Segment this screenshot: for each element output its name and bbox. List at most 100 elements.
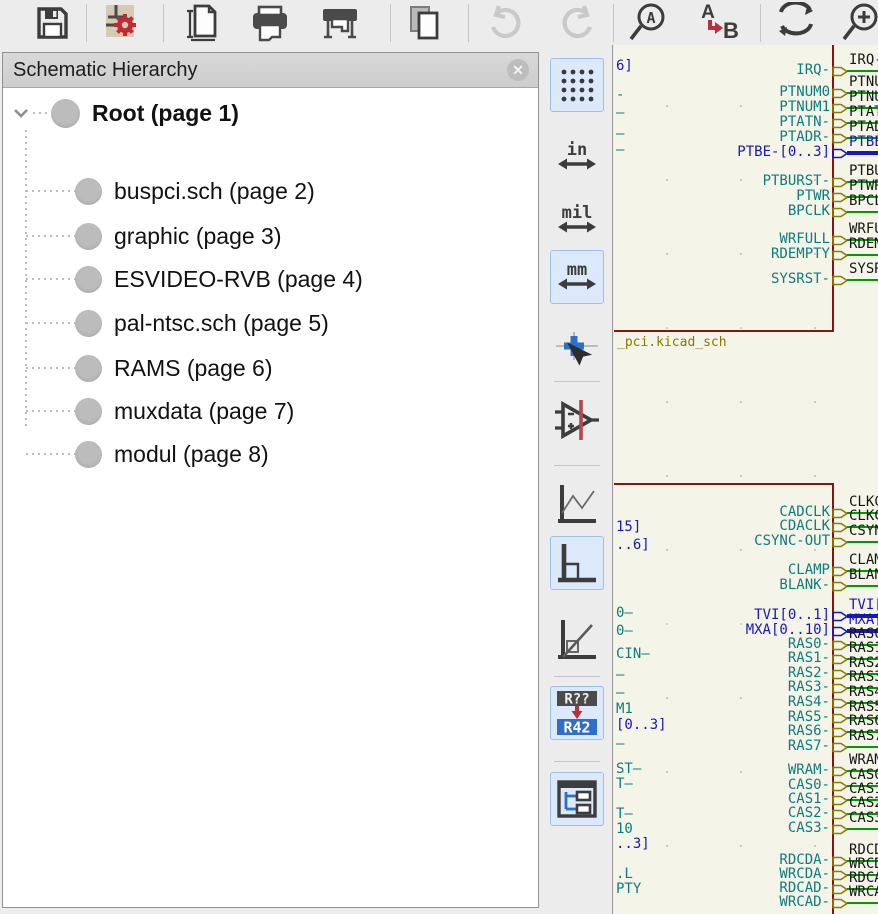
sheet-pin-icon[interactable] [832,610,848,623]
net-label[interactable]: PTBE-[0..3] [849,134,878,150]
sheet-filename[interactable]: _pci.kicad_sch [617,335,727,350]
paste-button[interactable] [402,1,446,45]
wires-horizontal-vertical-button[interactable] [550,536,604,590]
sheet-pin-label[interactable]: CDACLK [616,518,830,534]
sheet-pin-icon[interactable] [832,883,848,896]
sheet-pin-icon[interactable] [832,147,848,160]
net-label[interactable]: PTATN- [849,104,878,120]
clipped-label-fragment[interactable]: – [616,142,624,158]
clipped-label-fragment[interactable]: ..6] [616,537,650,553]
clipped-label-fragment[interactable]: T– [616,776,633,792]
tree-item[interactable]: buspci.sch (page 2) [75,176,315,206]
clipped-label-fragment[interactable]: 0– [616,623,633,639]
units-mils-button[interactable]: mil [550,193,604,247]
wire[interactable] [847,211,878,213]
page-settings-button[interactable] [181,1,225,45]
plot-button[interactable] [318,1,362,45]
net-label[interactable]: BLANK [849,567,878,583]
tree-item[interactable]: graphic (page 3) [75,221,282,251]
sheet-pin-label[interactable]: RAS3- [616,679,830,695]
grid-dots-button[interactable] [550,58,604,112]
wires-any-angle-button[interactable] [550,477,604,531]
clipped-label-fragment[interactable]: – [616,105,624,121]
refresh-button[interactable] [774,1,818,45]
sheet-pin-label[interactable]: CAS2- [616,805,830,821]
net-label[interactable]: PTWR- [849,178,878,194]
net-label[interactable]: CSYNC-OUT [849,523,878,539]
net-label[interactable]: CAS2 [849,795,878,811]
sheet-pin-label[interactable]: CAS3- [616,820,830,836]
crosshair-cursor-button[interactable] [550,327,604,381]
net-label[interactable]: RAS4 [849,684,878,700]
tree-item[interactable]: ESVIDEO-RVB (page 4) [75,264,363,294]
sheet-pin-icon[interactable] [832,794,848,807]
sheet-pin-icon[interactable] [832,536,848,549]
annotate-button[interactable]: R?? R42 [550,686,604,740]
sheet-pin-label[interactable]: PTBE-[0..3] [616,144,830,160]
tree-item[interactable]: RAMS (page 6) [75,353,273,383]
units-mm-button[interactable]: mm [550,250,604,304]
tree-item[interactable]: muxdata (page 7) [75,396,294,426]
clipped-label-fragment[interactable]: - [616,87,624,103]
sheet-pin-label[interactable]: RAS4- [616,694,830,710]
tree-item-root[interactable]: Root (page 1) [11,98,239,128]
wire[interactable] [847,254,878,256]
net-label[interactable]: PTNUM1 [849,89,878,105]
wire[interactable] [847,70,878,72]
print-button[interactable] [248,1,292,45]
zoom-in-button[interactable] [838,1,878,45]
sheet-pin-label[interactable]: PTNUM1 [616,99,830,115]
sheet-pin-icon[interactable] [832,639,848,652]
sheet-pin-label[interactable]: PTBURST- [616,173,830,189]
wire[interactable] [847,902,878,904]
sheet-pin-icon[interactable] [832,565,848,578]
net-label[interactable]: SYSRST [849,261,878,277]
sheet-pin-label[interactable]: PTWR [616,188,830,204]
sheet-pin-icon[interactable] [832,117,848,130]
net-label[interactable]: RAS3 [849,669,878,685]
net-label[interactable]: WRAM [849,752,878,768]
panel-titlebar[interactable]: Schematic Hierarchy ✕ [3,53,538,88]
clipped-label-fragment[interactable]: 0– [616,605,633,621]
sheet-pin-label[interactable]: SYSRST- [616,271,830,287]
sheet-pin-icon[interactable] [832,726,848,739]
wire[interactable] [847,828,878,830]
sheet-pin-icon[interactable] [832,765,848,778]
clipped-label-fragment[interactable]: – [616,126,624,142]
sheet-pin-label[interactable]: BLANK- [616,577,830,593]
sheet-pin-icon[interactable] [832,682,848,695]
sheet-pin-icon[interactable] [832,625,848,638]
sheet-pin-icon[interactable] [832,653,848,666]
redo-button[interactable] [556,1,600,45]
net-label[interactable]: RAS6 [849,713,878,729]
tree-item[interactable]: modul (page 8) [75,439,269,469]
sheet-pin-icon[interactable] [832,697,848,710]
bus-wire[interactable] [847,151,878,155]
sheet-pin-icon[interactable] [832,521,848,534]
clipped-label-fragment[interactable]: M1 [616,701,633,717]
schematic-canvas[interactable]: _pci.kicad_sch IRQ-IRQ-PTNUM0PTNUM0PTNUM… [614,45,878,914]
units-inches-button[interactable]: in [550,130,604,184]
net-label[interactable]: IRQ- [849,52,878,68]
sheet-pin-icon[interactable] [832,808,848,821]
net-label[interactable]: RAS1 [849,640,878,656]
schematic-setup-button[interactable] [98,1,142,45]
sheet-pin-icon[interactable] [832,191,848,204]
sheet-top-edge[interactable] [614,483,834,485]
find-button[interactable]: A [626,1,670,45]
clipped-label-fragment[interactable]: 10 [616,821,633,837]
net-label[interactable]: PTNUM0 [849,74,878,90]
wire[interactable] [847,541,878,543]
clipped-label-fragment[interactable]: 15] [616,519,641,535]
clipped-label-fragment[interactable]: CIN– [616,646,650,662]
save-button[interactable] [30,1,74,45]
sheet-pin-icon[interactable] [832,741,848,754]
sheet-pin-icon[interactable] [832,206,848,219]
sheet-pin-label[interactable]: PTADR- [616,129,830,145]
clipped-label-fragment[interactable]: – [616,667,624,683]
sheet-pin-icon[interactable] [832,87,848,100]
sheet-pin-label[interactable]: WRFULL [616,231,830,247]
wire[interactable] [847,279,878,281]
net-label[interactable]: CLKCDA [849,508,878,524]
sheet-pin-label[interactable]: PTNUM0 [616,84,830,100]
